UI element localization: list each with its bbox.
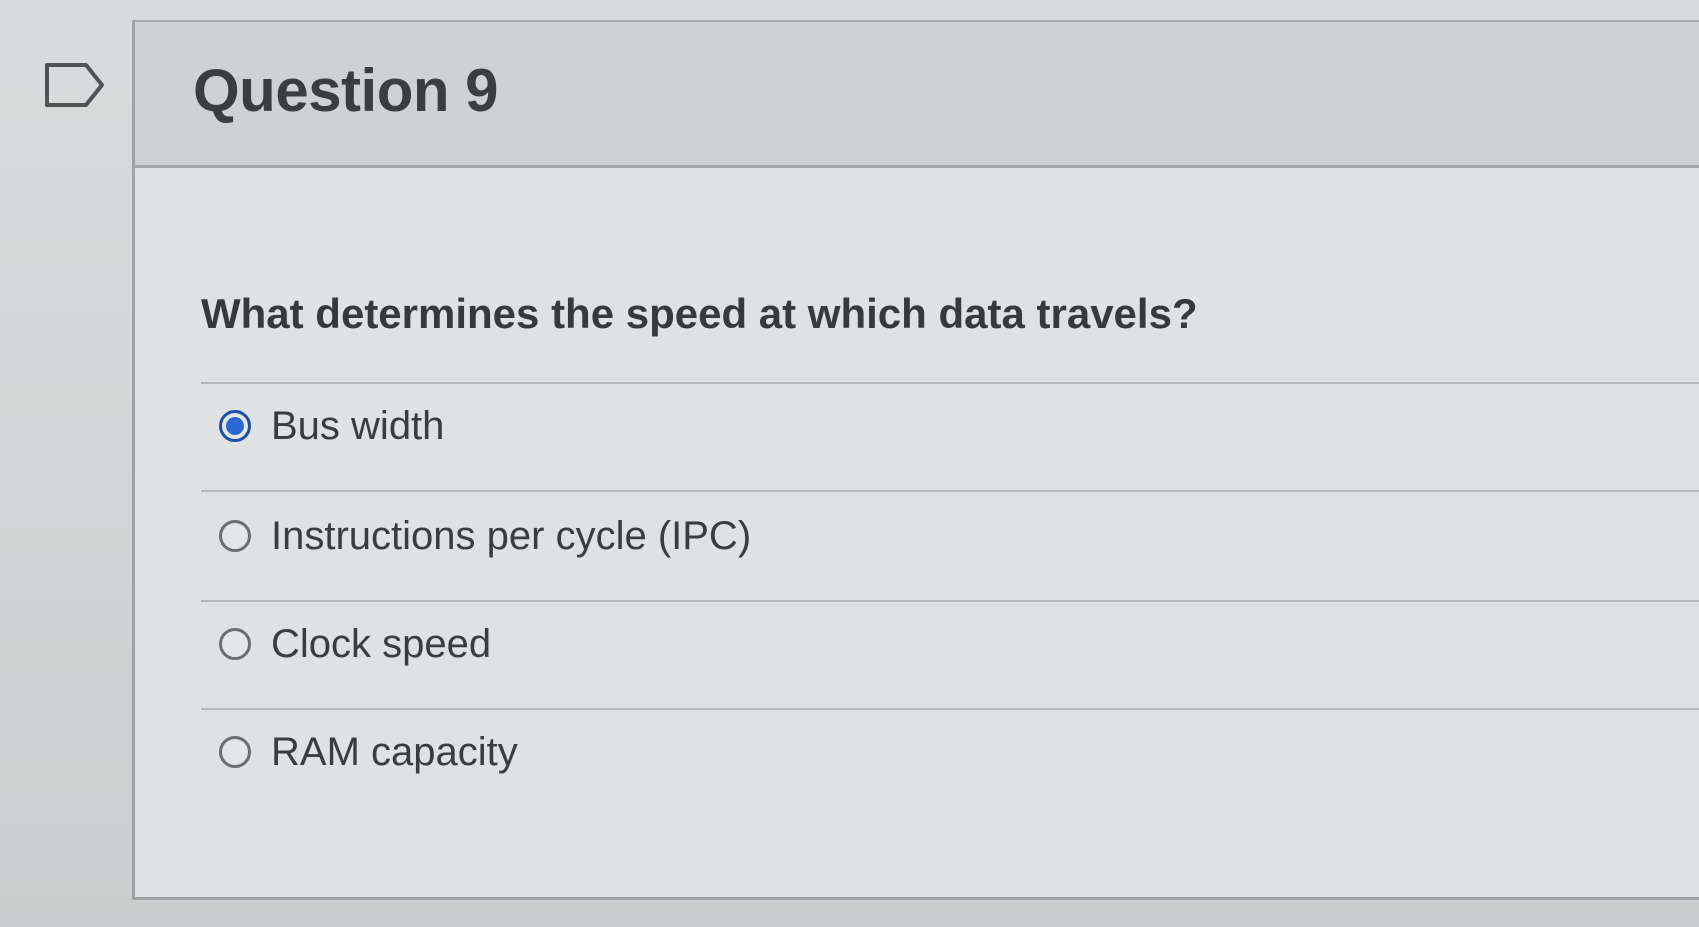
answer-label: Instructions per cycle (IPC) <box>271 513 752 558</box>
answer-divider <box>201 600 1699 602</box>
answer-label: Clock speed <box>271 621 492 666</box>
question-title: Question 9 <box>193 57 499 124</box>
radio-button[interactable] <box>219 628 251 660</box>
answer-divider <box>201 708 1699 710</box>
quiz-page: Question 9 What determines the speed at … <box>0 0 1699 927</box>
question-card: Question 9 What determines the speed at … <box>132 20 1699 900</box>
answer-option-bus-width[interactable]: Bus width <box>219 396 1119 456</box>
flag-question-icon[interactable] <box>44 60 108 110</box>
question-header: Question 9 <box>135 22 1699 168</box>
answer-divider <box>201 490 1699 492</box>
radio-button-selected[interactable] <box>219 410 251 442</box>
answer-divider <box>201 382 1699 384</box>
answer-label: Bus width <box>271 403 445 448</box>
question-prompt: What determines the speed at which data … <box>201 290 1198 337</box>
radio-button[interactable] <box>219 736 251 768</box>
question-body: What determines the speed at which data … <box>135 168 1699 898</box>
answer-option-ipc[interactable]: Instructions per cycle (IPC) <box>219 506 1119 566</box>
answer-option-clock-speed[interactable]: Clock speed <box>219 614 1119 674</box>
answer-option-ram-capacity[interactable]: RAM capacity <box>219 722 1119 782</box>
answer-label: RAM capacity <box>271 729 518 774</box>
radio-button[interactable] <box>219 520 251 552</box>
